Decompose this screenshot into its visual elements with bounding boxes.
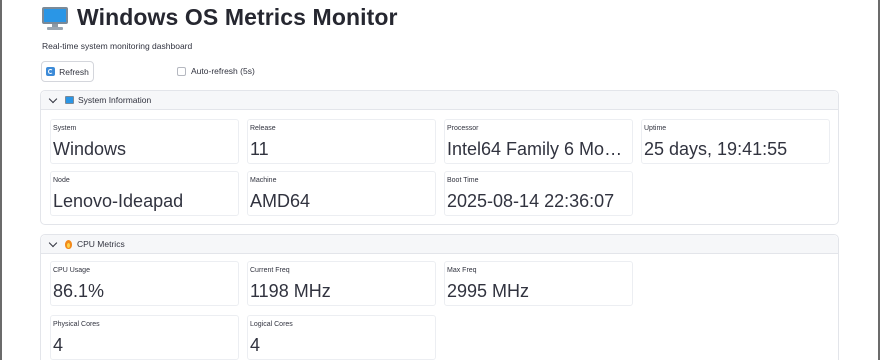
metric-label: Current Freq (250, 267, 290, 274)
metric-label: Boot Time (447, 177, 479, 184)
metric-value: Lenovo-Ideapad (53, 191, 184, 211)
section-title: CPU Metrics (77, 239, 125, 249)
auto-refresh-toggle[interactable]: Auto-refresh (5s) (177, 66, 255, 76)
refresh-label: Refresh (59, 66, 89, 77)
metric-value: 86.1% (53, 281, 105, 301)
metric-label: CPU Usage (53, 267, 90, 274)
metric-label: Node (53, 177, 70, 184)
page-subtitle: Real-time system monitoring dashboard (42, 41, 193, 51)
metric-machine: Machine AMD64 (247, 171, 436, 216)
desktop-computer-icon (42, 6, 68, 31)
refresh-button[interactable]: Refresh (41, 61, 94, 82)
metric-logical-cores: Logical Cores 4 (247, 315, 436, 360)
metric-value: Windows (53, 139, 127, 159)
cpu-metrics-section: CPU Metrics CPU Usage 86.1% Current Freq… (40, 234, 839, 360)
metric-system: System Windows (50, 119, 239, 164)
chevron-down-icon (48, 94, 58, 103)
metric-label: Physical Cores (53, 321, 100, 328)
metric-value: Intel64 Family 6 Mod... (447, 139, 630, 159)
refresh-icon (46, 67, 56, 76)
chevron-down-icon (48, 238, 58, 247)
metric-current-freq: Current Freq 1198 MHz (247, 261, 436, 306)
metric-value: 2995 MHz (447, 281, 530, 301)
metric-value: AMD64 (250, 191, 311, 211)
metric-physical-cores: Physical Cores 4 (50, 315, 239, 360)
metric-label: Logical Cores (250, 321, 293, 328)
metric-label: Machine (250, 177, 277, 184)
section-title: System Information (78, 95, 152, 105)
metric-cpu-usage: CPU Usage 86.1% (50, 261, 239, 306)
metric-value: 4 (53, 335, 64, 355)
system-information-section: System Information System Windows Releas… (40, 90, 839, 225)
metric-label: Release (250, 125, 276, 132)
page-title: Windows OS Metrics Monitor (77, 4, 398, 30)
metric-uptime: Uptime 25 days, 19:41:55 (641, 119, 830, 164)
metric-label: Max Freq (447, 267, 477, 274)
metric-node: Node Lenovo-Ideapad (50, 171, 239, 216)
system-information-header[interactable]: System Information (41, 91, 838, 110)
metric-processor: Processor Intel64 Family 6 Mod... (444, 119, 633, 164)
metric-label: Processor (447, 125, 479, 132)
cpu-metrics-header[interactable]: CPU Metrics (41, 235, 838, 254)
metric-value: 4 (250, 335, 261, 355)
app-window: Windows OS Metrics Monitor Real-time sys… (0, 0, 880, 360)
auto-refresh-label: Auto-refresh (5s) (191, 66, 255, 76)
auto-refresh-checkbox[interactable] (177, 66, 186, 76)
metric-max-freq: Max Freq 2995 MHz (444, 261, 633, 306)
metric-value: 11 (250, 139, 269, 159)
metric-value: 1198 MHz (250, 281, 331, 301)
metric-boot-time: Boot Time 2025-08-14 22:36:07 (444, 171, 633, 216)
metric-label: Uptime (644, 125, 667, 132)
desktop-computer-icon (65, 96, 74, 104)
page-header: Windows OS Metrics Monitor (42, 4, 398, 31)
metric-value: 2025-08-14 22:36:07 (447, 191, 615, 211)
metric-value: 25 days, 19:41:55 (644, 139, 788, 159)
fire-icon (65, 239, 72, 249)
metric-label: System (53, 125, 77, 132)
metric-release: Release 11 (247, 119, 436, 164)
